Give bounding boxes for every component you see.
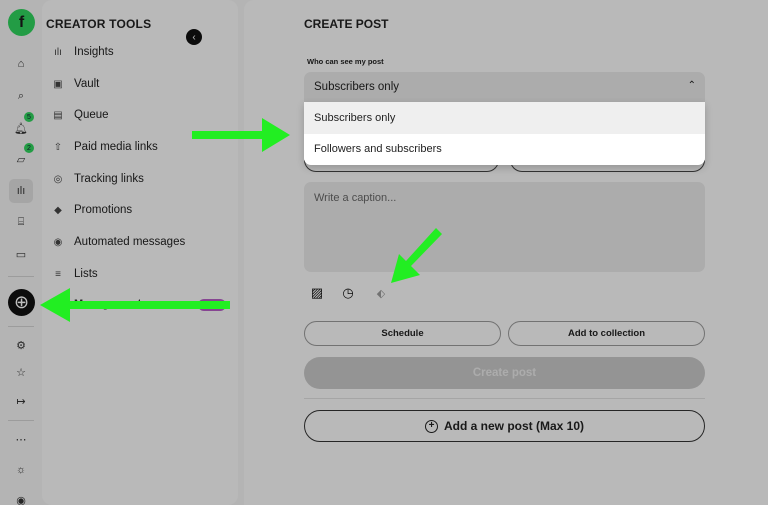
dropdown-backdrop[interactable]	[0, 0, 768, 505]
option-subscribers-only[interactable]: Subscribers only	[304, 102, 705, 134]
audience-dropdown-menu: Subscribers only Followers and subscribe…	[304, 102, 705, 165]
option-followers-and-subscribers[interactable]: Followers and subscribers	[304, 134, 705, 166]
